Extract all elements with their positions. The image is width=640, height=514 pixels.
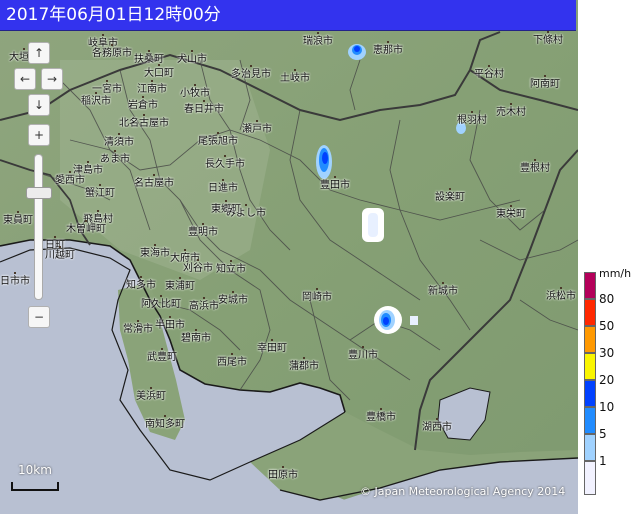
city-label: 土岐市 bbox=[280, 69, 310, 84]
city-label: 豊橋市 bbox=[366, 408, 396, 423]
city-label: 豊明市 bbox=[188, 223, 218, 238]
city-label: 清須市 bbox=[104, 133, 134, 148]
zoom-slider-thumb[interactable] bbox=[26, 187, 52, 199]
city-label: 半田市 bbox=[155, 316, 185, 331]
city-label: 春日井市 bbox=[184, 100, 224, 115]
city-label: 湖西市 bbox=[422, 418, 452, 433]
pan-up-button[interactable]: ↑ bbox=[28, 42, 50, 64]
city-label: 東浦町 bbox=[165, 277, 195, 292]
city-label: 根羽村 bbox=[457, 111, 487, 126]
pan-down-button[interactable]: ↓ bbox=[28, 94, 50, 116]
arrow-up-icon: ↑ bbox=[33, 46, 45, 60]
city-label: 日市市 bbox=[0, 272, 30, 287]
legend-swatch bbox=[584, 272, 596, 299]
arrow-down-icon: ↓ bbox=[33, 98, 45, 112]
city-label: 多治見市 bbox=[231, 65, 271, 80]
city-label: 豊川市 bbox=[348, 346, 378, 361]
legend-unit: mm/h bbox=[599, 267, 632, 280]
city-label: あま市 bbox=[100, 150, 130, 165]
city-label: 田原市 bbox=[268, 466, 298, 481]
legend-label: 5 bbox=[599, 427, 607, 441]
zoom-slider-track[interactable] bbox=[34, 154, 43, 300]
city-label: 木曽岬町 bbox=[66, 220, 106, 235]
city-label: 下條村 bbox=[533, 31, 563, 46]
city-label: 愛西市 bbox=[55, 171, 85, 186]
city-label: 阿久比町 bbox=[141, 295, 181, 310]
legend-swatch bbox=[584, 353, 596, 380]
legend-label: 1 bbox=[599, 454, 607, 468]
city-label: 浜松市 bbox=[546, 287, 576, 302]
city-label: 売木村 bbox=[496, 103, 526, 118]
city-label: 川越町 bbox=[45, 246, 75, 261]
city-label: 大口町 bbox=[144, 64, 174, 79]
city-label: 平谷村 bbox=[474, 65, 504, 80]
city-label: 瑞浪市 bbox=[303, 32, 333, 47]
map-title: 2017年06月01日12時00分 bbox=[0, 0, 576, 31]
city-label: 恵那市 bbox=[373, 41, 403, 56]
legend-swatch bbox=[584, 407, 596, 434]
city-label: 尾張旭市 bbox=[198, 132, 238, 147]
city-label: 碧南市 bbox=[181, 329, 211, 344]
city-label: 武豊町 bbox=[147, 348, 177, 363]
city-label: 日進市 bbox=[208, 179, 238, 194]
city-label: 東栄町 bbox=[496, 205, 526, 220]
legend-label: 20 bbox=[599, 373, 615, 387]
pan-left-button[interactable]: ← bbox=[14, 68, 36, 90]
legend-swatch bbox=[584, 461, 596, 495]
datetime-title: 2017年06月01日12時00分 bbox=[6, 5, 221, 25]
city-label: 豊田市 bbox=[320, 176, 350, 191]
arrow-right-icon: → bbox=[46, 72, 58, 86]
legend-label: 50 bbox=[599, 319, 615, 333]
legend-swatch bbox=[584, 326, 596, 353]
city-label: 常滑市 bbox=[123, 320, 153, 335]
city-label: 刈谷市 bbox=[183, 259, 213, 274]
legend-swatch bbox=[584, 434, 596, 461]
city-label: 蟹江町 bbox=[85, 184, 115, 199]
city-label: 知立市 bbox=[216, 260, 246, 275]
city-label: 阿南町 bbox=[530, 75, 560, 90]
city-label: みよし市 bbox=[226, 204, 266, 219]
legend-label: 10 bbox=[599, 400, 615, 414]
city-label: 江南市 bbox=[137, 80, 167, 95]
city-label: 安城市 bbox=[218, 291, 248, 306]
city-label: 岡崎市 bbox=[302, 288, 332, 303]
city-label: 各務原市 bbox=[92, 44, 132, 59]
city-label: 新城市 bbox=[428, 282, 458, 297]
city-label: 設楽町 bbox=[435, 188, 465, 203]
city-label: 東員町 bbox=[3, 211, 33, 226]
city-label: 長久手市 bbox=[205, 155, 245, 170]
city-label: 瀬戸市 bbox=[242, 120, 272, 135]
pan-right-button[interactable]: → bbox=[41, 68, 63, 90]
legend-swatch bbox=[584, 299, 596, 326]
city-label: 西尾市 bbox=[217, 353, 247, 368]
city-label: 知多市 bbox=[126, 276, 156, 291]
city-label: 南知多町 bbox=[145, 415, 185, 430]
city-label: 岩倉市 bbox=[128, 96, 158, 111]
city-label: 美浜町 bbox=[136, 387, 166, 402]
scale-bar bbox=[11, 482, 59, 491]
city-label: 蒲郡市 bbox=[289, 357, 319, 372]
city-label: 豊根村 bbox=[520, 159, 550, 174]
city-label: 東海市 bbox=[140, 244, 170, 259]
city-label: 稲沢市 bbox=[81, 92, 111, 107]
legend-label: 30 bbox=[599, 346, 615, 360]
city-label: 北名古屋市 bbox=[119, 114, 169, 129]
plus-icon: + bbox=[33, 128, 45, 142]
legend-label: 80 bbox=[599, 292, 615, 306]
zoom-in-button[interactable]: + bbox=[28, 124, 50, 146]
city-label: 高浜市 bbox=[189, 297, 219, 312]
city-label: 名古屋市 bbox=[134, 174, 174, 189]
copyright-text: © Japan Meteorological Agency 2014 bbox=[360, 485, 566, 498]
arrow-left-icon: ← bbox=[19, 72, 31, 86]
minus-icon: − bbox=[33, 310, 45, 324]
city-label: 小牧市 bbox=[180, 84, 210, 99]
legend-swatch bbox=[584, 380, 596, 407]
city-label: 幸田町 bbox=[257, 339, 287, 354]
zoom-out-button[interactable]: − bbox=[28, 306, 50, 328]
scale-label: 10km bbox=[18, 463, 52, 477]
radar-map[interactable]: 瑞浪市 恵那市 下條村 大垣市 岐阜市 各務原市 扶桑町 犬山市 大口町 多治見… bbox=[0, 0, 578, 514]
city-label: 犬山市 bbox=[177, 50, 207, 65]
